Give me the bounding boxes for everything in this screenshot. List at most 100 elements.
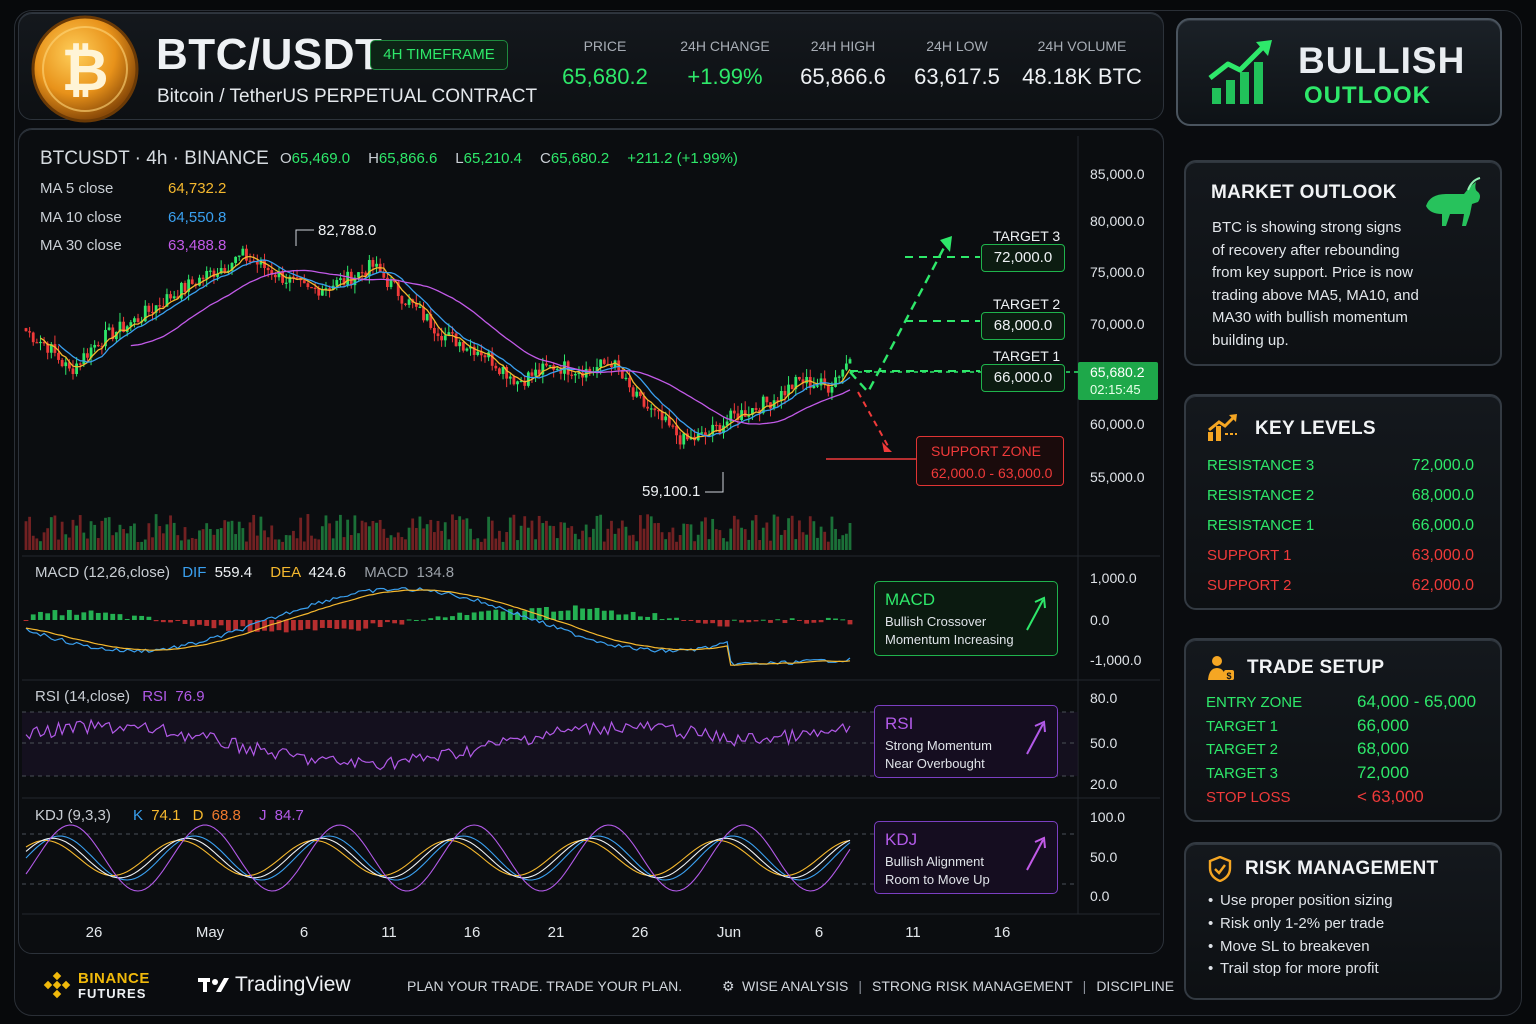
volume-bar [704, 517, 707, 550]
key-level-value: 63,000.0 [1411, 547, 1474, 564]
candle-body [28, 331, 32, 333]
volume-bar [693, 541, 696, 550]
volume-bar [747, 539, 751, 550]
pair-title: BTC/USDT [156, 30, 383, 79]
volume-bar [100, 520, 104, 550]
support-zone-box: SUPPORT ZONE 62,000.0 - 63,000.0 [916, 436, 1064, 486]
volume-bar [718, 530, 722, 550]
bullish-label: BULLISH [1298, 40, 1466, 81]
risk-item: Move SL to breakeven [1220, 937, 1370, 955]
volume-bar [400, 537, 404, 550]
volume-bar [78, 515, 82, 550]
macd-box-line1: Bullish Crossover [885, 614, 987, 629]
candle-body [64, 362, 68, 367]
volume-bar [320, 526, 324, 550]
ma-value: 64,732.2 [168, 180, 227, 197]
volume-bar [422, 528, 425, 550]
volume-bar [758, 540, 762, 550]
footer-tag: WISE ANALYSIS [742, 978, 849, 994]
volume-bar [418, 516, 422, 550]
candle-body [783, 390, 787, 396]
volume-bar [208, 528, 212, 550]
target-label: TARGET 2 [993, 296, 1061, 312]
candle-body [208, 270, 212, 272]
rsi-axis-tick: 80.0 [1090, 690, 1118, 706]
macd-histogram-bar [428, 618, 434, 620]
volume-bar [367, 526, 371, 550]
rsi-box-line2: Near Overbought [885, 756, 985, 771]
volume-bar [284, 535, 288, 550]
trade-setup-value: < 63,000 [1357, 786, 1424, 806]
bitcoin-coin-icon: ₿ [30, 14, 140, 124]
kdj-signal-box: KDJ Bullish Alignment Room to Move Up [874, 821, 1058, 894]
kdj-box-line1: Bullish Alignment [885, 854, 984, 869]
volume-bar [414, 527, 418, 550]
volume-bar [454, 519, 458, 550]
volume-bar [42, 532, 46, 550]
ma-value: 64,550.8 [168, 208, 227, 226]
binance-logo-icon [42, 970, 72, 1000]
kdj-legend: KDJ (9,3,3) K 74.1 D 68.8 J 84.7 [35, 807, 304, 824]
bearish-projection-path [857, 391, 889, 447]
candle-body [501, 367, 505, 374]
macd-histogram-bar [305, 620, 311, 629]
risk-management-title: RISK MANAGEMENT [1245, 858, 1439, 879]
volume-bar [317, 539, 321, 550]
candle-body [346, 271, 350, 285]
volume-bar [255, 535, 259, 550]
volume-bar [273, 539, 277, 550]
target-value-box: 68,000.0 [981, 312, 1065, 340]
kdj-k-label: K [133, 807, 144, 824]
kdj-axis-tick: 0.0 [1090, 888, 1110, 904]
volume-bar [790, 515, 794, 550]
macd-histogram-bar [406, 619, 412, 621]
volume-bar [711, 518, 715, 550]
candle-body [512, 376, 516, 385]
key-level-value: 62,000.0 [1411, 577, 1474, 594]
timeframe-badge[interactable]: 4H TIMEFRAME [370, 40, 508, 70]
volume-bar [577, 539, 581, 550]
candle-body [158, 305, 162, 307]
kdj-aux-line [25, 837, 851, 879]
candle-body [57, 352, 60, 360]
candle-body [281, 271, 284, 283]
macd-histogram-bar [269, 620, 275, 632]
volume-bar [180, 540, 183, 550]
price-axis-tick: 55,000.0 [1090, 469, 1145, 485]
stat-value: 63,617.5 [914, 64, 1000, 89]
price-axis-tick: 75,000.0 [1090, 264, 1145, 280]
macd-histogram-bar [240, 620, 246, 627]
candle-body [682, 433, 686, 445]
key-level-label: SUPPORT 1 [1207, 547, 1292, 564]
volume-bar [49, 517, 53, 550]
volume-bar [555, 538, 559, 550]
macd-histogram-bar [500, 611, 506, 620]
volume-bar [657, 522, 660, 550]
macd-histogram-bar [695, 620, 701, 623]
volume-bar [808, 516, 812, 550]
macd-histogram-bar [804, 620, 810, 624]
volume-bar [631, 534, 635, 550]
volume-bar [848, 522, 852, 550]
outlook-text-line: from key support. Price is now [1212, 264, 1413, 282]
volume-bar [67, 537, 71, 550]
macd-histogram-bar [59, 615, 65, 620]
volume-bar [57, 539, 60, 550]
macd-dif-value: 559.4 [214, 564, 253, 581]
macd-histogram-bar [486, 610, 491, 620]
outlook-text-line: MA30 with bullish momentum [1212, 309, 1408, 327]
volume-bar [219, 528, 223, 550]
key-level-label: RESISTANCE 3 [1207, 457, 1315, 474]
volume-bar [346, 519, 350, 550]
candle-body [718, 424, 722, 434]
volume-bar [671, 527, 675, 550]
candle-body [172, 296, 176, 299]
volume-bar [93, 524, 97, 550]
candle-body [241, 248, 245, 256]
candle-body [476, 351, 480, 355]
volume-bar [302, 541, 306, 550]
volume-bar [537, 515, 541, 550]
volume-bar [498, 530, 501, 550]
candle-body [147, 305, 151, 312]
volume-bar [736, 519, 740, 550]
